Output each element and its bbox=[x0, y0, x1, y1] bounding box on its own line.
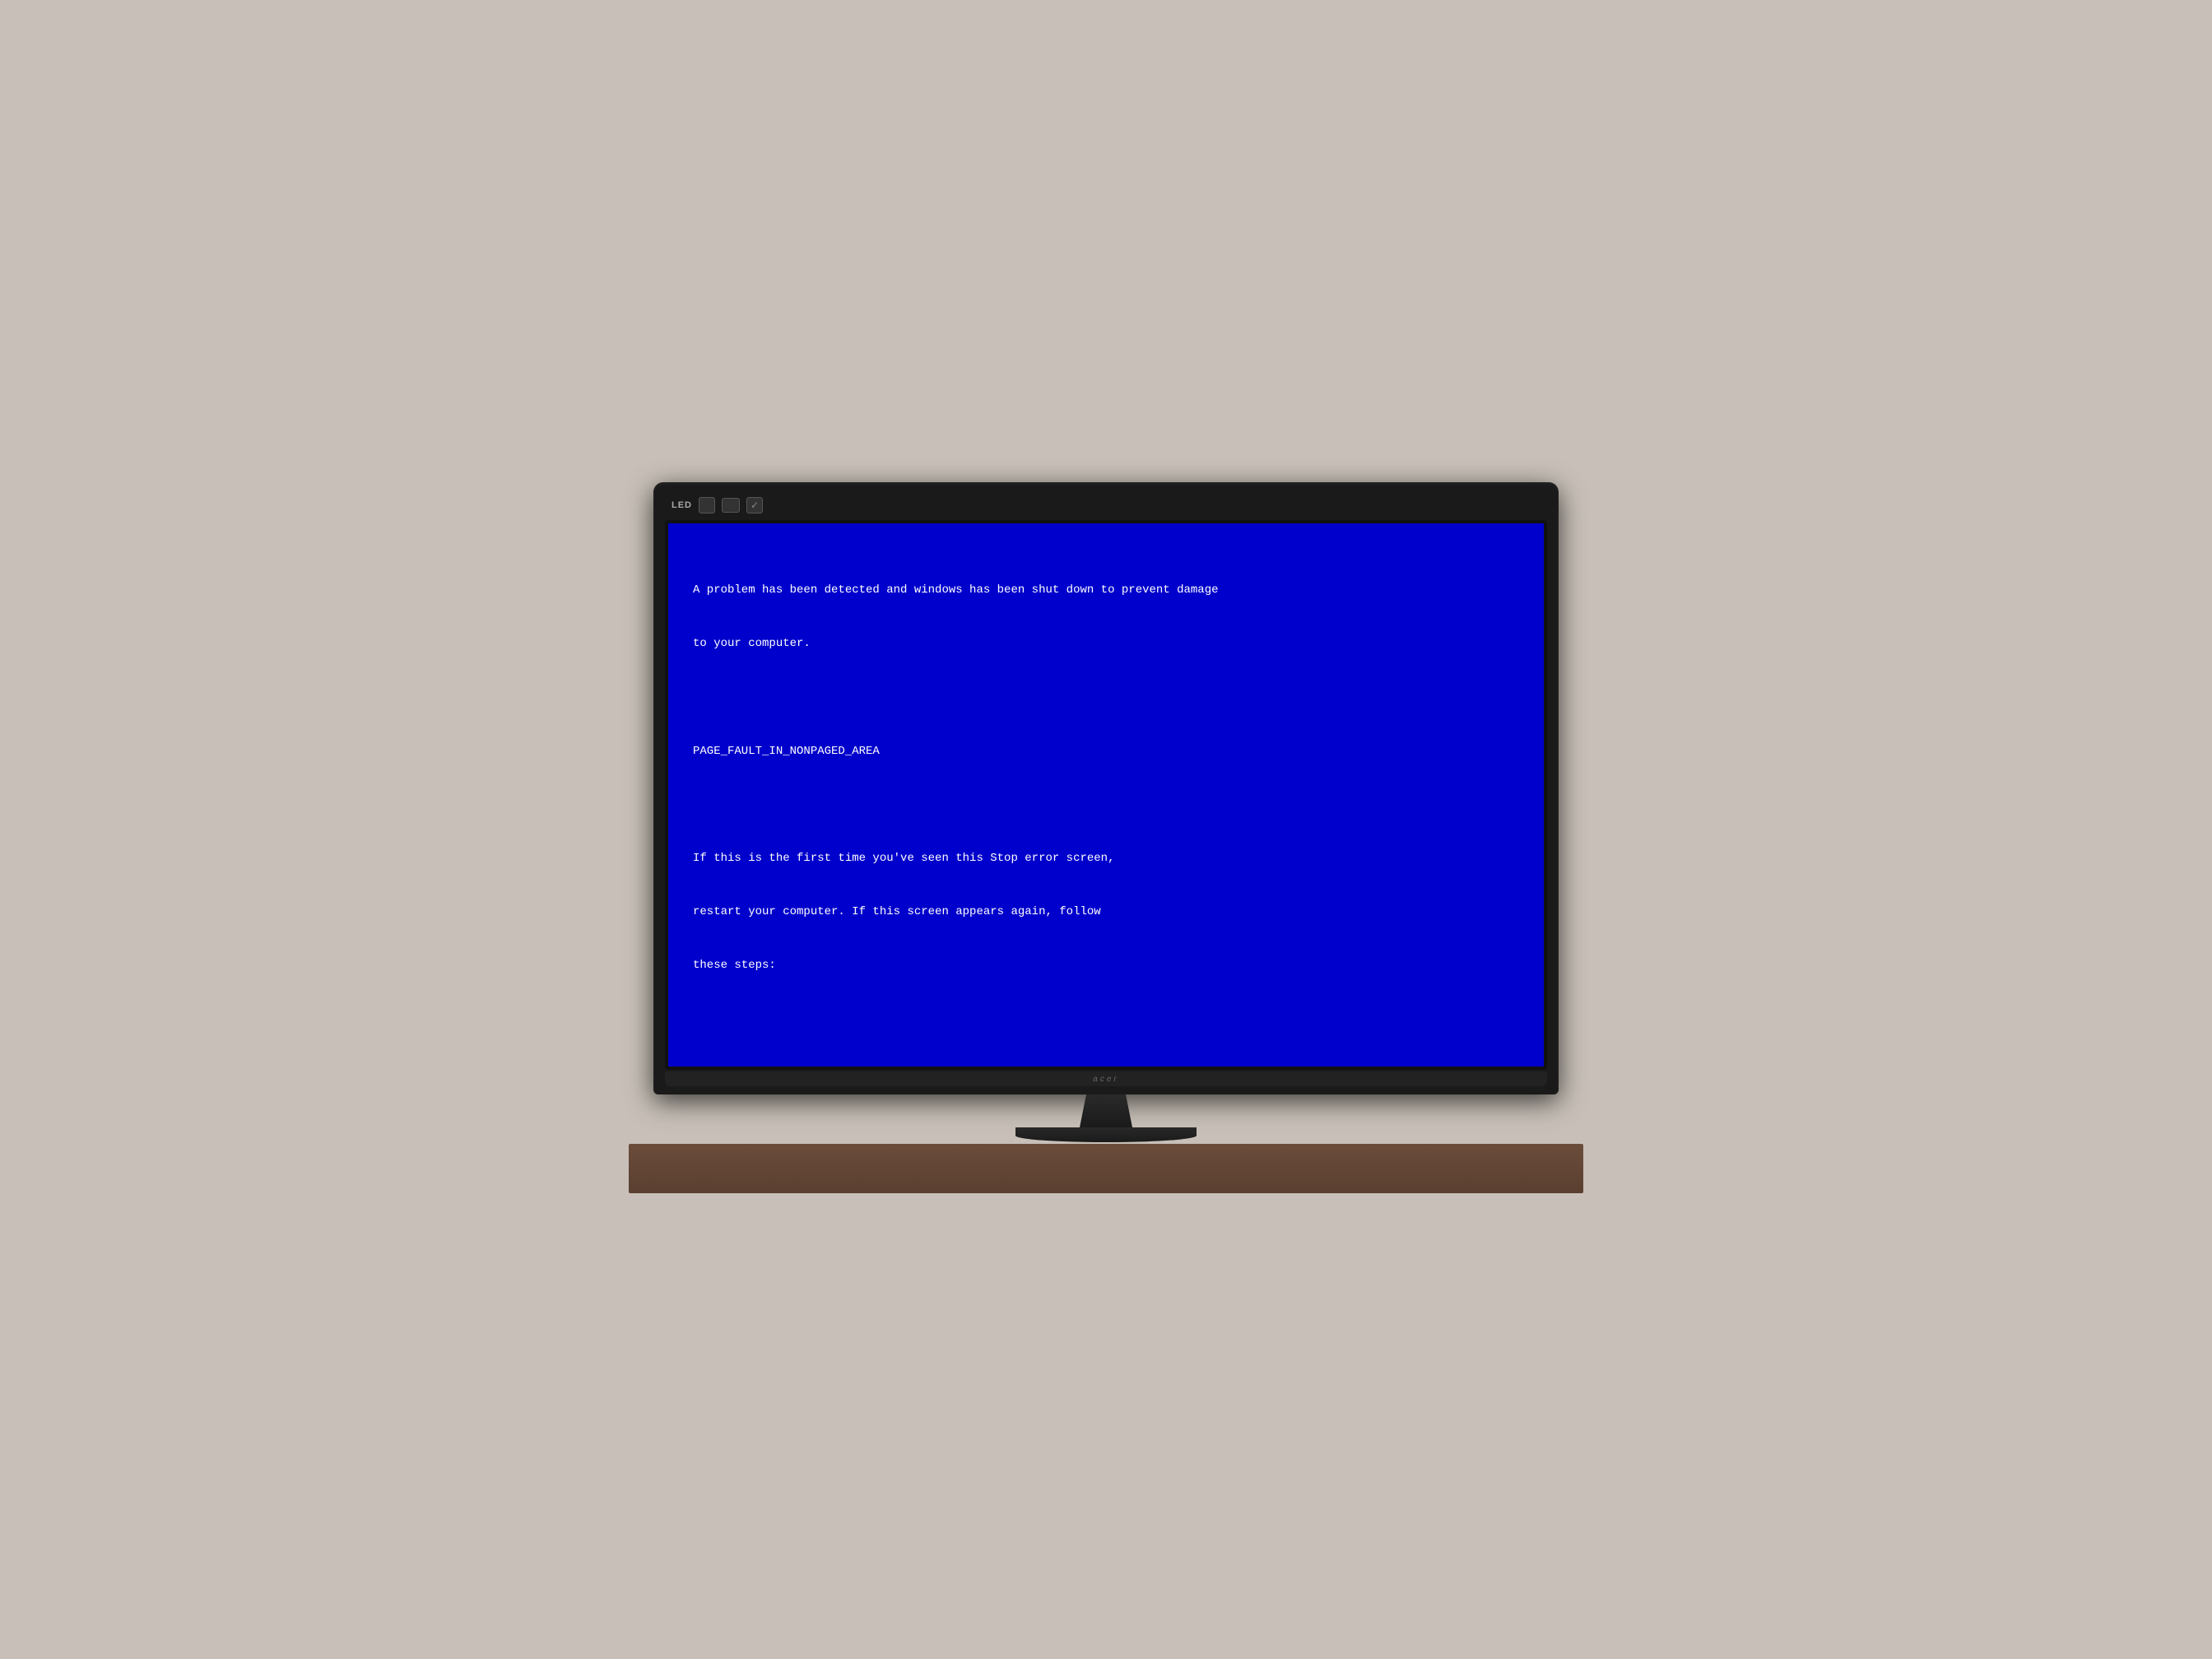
bsod-blank-1 bbox=[693, 690, 1519, 708]
monitor-button-1 bbox=[699, 497, 715, 514]
bsod-line-3: PAGE_FAULT_IN_NONPAGED_AREA bbox=[693, 743, 1519, 761]
bsod-blank-2 bbox=[693, 797, 1519, 815]
monitor-stand-base bbox=[1015, 1127, 1197, 1142]
monitor-label: LED bbox=[672, 500, 692, 510]
monitor-chin: acer bbox=[665, 1071, 1547, 1086]
monitor-button-2 bbox=[722, 498, 740, 513]
scene: LED ✓ A problem has been detected and wi… bbox=[612, 449, 1600, 1210]
bsod-screen: A problem has been detected and windows … bbox=[668, 523, 1544, 1066]
bsod-line-4: If this is the first time you've seen th… bbox=[693, 850, 1519, 868]
bsod-line-2: to your computer. bbox=[693, 635, 1519, 653]
screen-bezel: A problem has been detected and windows … bbox=[665, 520, 1547, 1070]
monitor-top-bar: LED ✓ bbox=[665, 494, 1547, 520]
bsod-line-5: restart your computer. If this screen ap… bbox=[693, 904, 1519, 922]
bsod-line-7: Check to make sure any new hardware or s… bbox=[693, 1064, 1519, 1066]
monitor-chin-logo: acer bbox=[1093, 1075, 1118, 1084]
monitor-stand-neck bbox=[1073, 1094, 1139, 1127]
monitor-button-3: ✓ bbox=[746, 497, 763, 514]
bsod-blank-3 bbox=[693, 1011, 1519, 1029]
bsod-content: A problem has been detected and windows … bbox=[693, 546, 1519, 1066]
bsod-line-6: these steps: bbox=[693, 957, 1519, 975]
desk-surface bbox=[629, 1144, 1583, 1193]
monitor: LED ✓ A problem has been detected and wi… bbox=[653, 482, 1559, 1094]
bsod-line-1: A problem has been detected and windows … bbox=[693, 582, 1519, 600]
